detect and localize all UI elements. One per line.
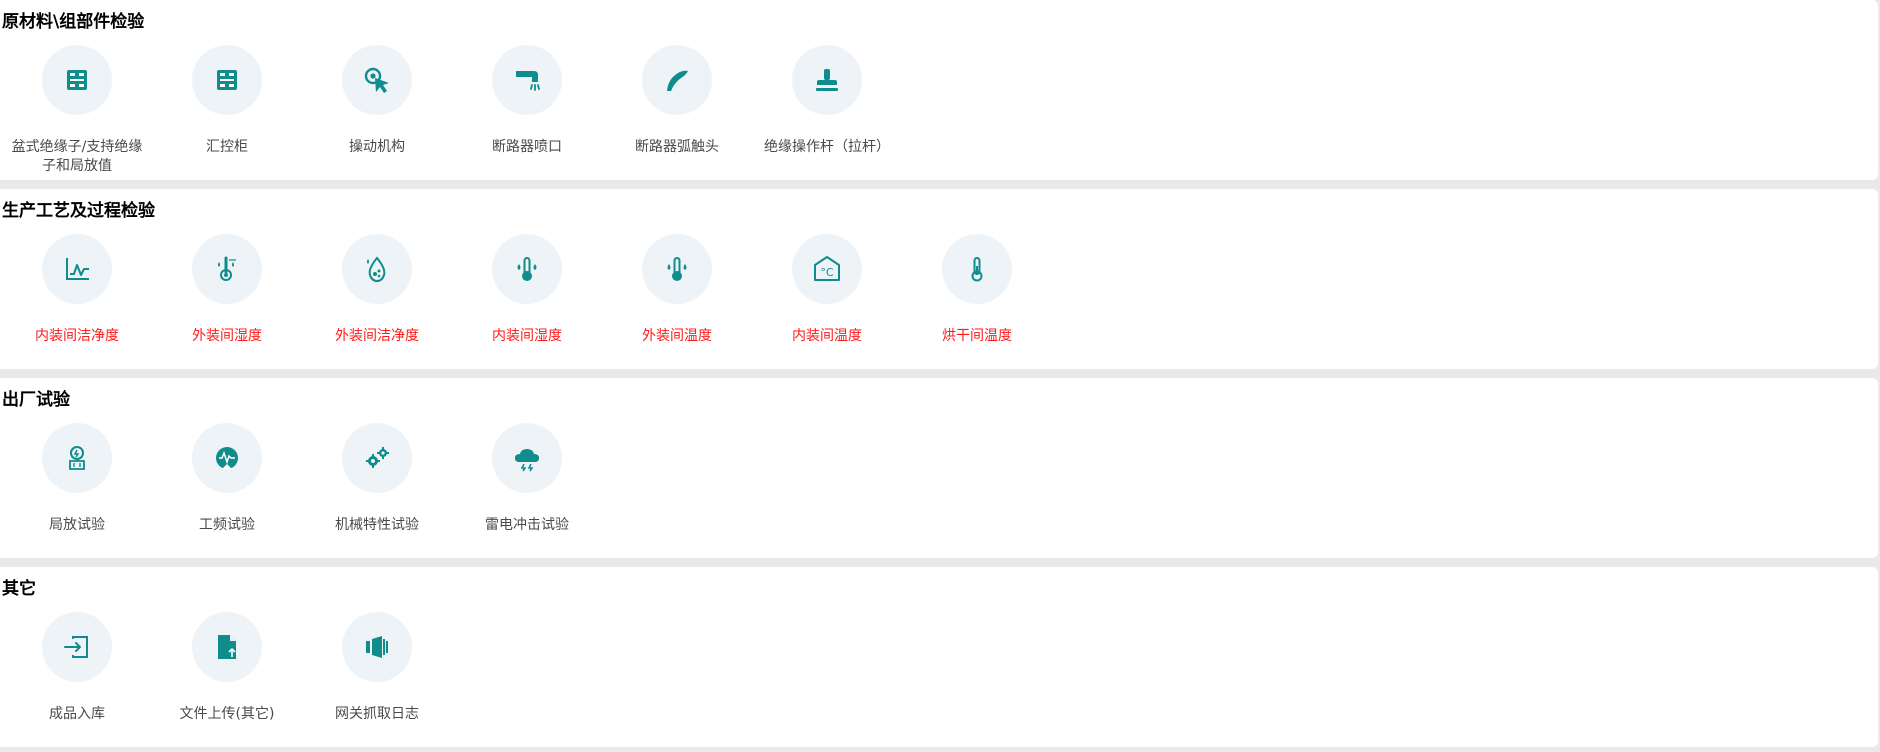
gateway-log-icon[interactable]: [342, 612, 412, 682]
menu-item[interactable]: 断路器喷口: [452, 45, 602, 157]
menu-item-label: 机械特性试验: [335, 517, 419, 533]
menu-item-label: 外装间温度: [642, 328, 712, 344]
section-title: 出厂试验: [2, 390, 70, 410]
menu-item-label: 内装间湿度: [492, 328, 562, 344]
menu-item[interactable]: 断路器弧触头: [602, 45, 752, 157]
menu-item-label: 汇控柜: [206, 139, 248, 155]
menu-item[interactable]: 网关抓取日志: [302, 612, 452, 724]
menu-item-label: 烘干间温度: [942, 328, 1012, 344]
menu-item[interactable]: 工频试验: [152, 423, 302, 535]
section-panel: 其它 成品入库 文件上传(其它) 网关抓取日志: [0, 567, 1878, 747]
svg-text:°C: °C: [820, 266, 834, 279]
menu-item-label: 外装间洁净度: [335, 328, 419, 344]
menu-item-label: 雷电冲击试验: [485, 517, 569, 533]
gears-icon[interactable]: [342, 423, 412, 493]
thermometer-drops-icon[interactable]: [642, 234, 712, 304]
stamp-icon[interactable]: [792, 45, 862, 115]
menu-item[interactable]: 绝缘操作杆（拉杆）: [752, 45, 902, 157]
power-frequency-icon[interactable]: [192, 423, 262, 493]
menu-item-label: 内装间温度: [792, 328, 862, 344]
menu-item-label: 绝缘操作杆（拉杆）: [764, 139, 890, 155]
menu-item[interactable]: 外装间洁净度: [302, 234, 452, 346]
pointer-click-icon[interactable]: [342, 45, 412, 115]
menu-item[interactable]: 外装间温度: [602, 234, 752, 346]
menu-item[interactable]: 内装间洁净度: [2, 234, 152, 346]
thunder-cloud-icon[interactable]: [492, 423, 562, 493]
section-title: 生产工艺及过程检验: [2, 201, 155, 221]
menu-item[interactable]: 操动机构: [302, 45, 452, 157]
section-panel: 出厂试验 局放试验 工频试验 机械特性试验 雷电冲击试验: [0, 378, 1878, 558]
section-title: 其它: [2, 579, 36, 599]
thermometer-drops-icon[interactable]: [492, 234, 562, 304]
arc-contact-icon[interactable]: [642, 45, 712, 115]
nozzle-icon[interactable]: [492, 45, 562, 115]
menu-item[interactable]: 机械特性试验: [302, 423, 452, 535]
section-panel: 生产工艺及过程检验 内装间洁净度 外装间湿度 外装间洁净度 内装间湿度 外装间温…: [0, 189, 1878, 369]
menu-item[interactable]: 外装间湿度: [152, 234, 302, 346]
menu-item-label: 内装间洁净度: [35, 328, 119, 344]
menu-item-label: 外装间湿度: [192, 328, 262, 344]
water-drop-icon[interactable]: [342, 234, 412, 304]
menu-item-label: 工频试验: [199, 517, 255, 533]
menu-item[interactable]: 雷电冲击试验: [452, 423, 602, 535]
menu-item-label: 局放试验: [49, 517, 105, 533]
menu-item-label: 盆式绝缘子/支持绝缘子和局放值: [11, 139, 143, 174]
login-icon[interactable]: [42, 612, 112, 682]
menu-item[interactable]: 局放试验: [2, 423, 152, 535]
switchgear-icon[interactable]: [42, 45, 112, 115]
menu-item-label: 断路器弧触头: [635, 139, 719, 155]
file-upload-icon[interactable]: [192, 612, 262, 682]
menu-item-label: 成品入库: [49, 706, 105, 722]
menu-item[interactable]: 盆式绝缘子/支持绝缘子和局放值: [2, 45, 152, 176]
menu-item[interactable]: 成品入库: [2, 612, 152, 724]
menu-item[interactable]: 内装间湿度: [452, 234, 602, 346]
control-cabinet-icon[interactable]: [192, 45, 262, 115]
line-chart-icon[interactable]: [42, 234, 112, 304]
menu-item-label: 文件上传(其它): [179, 706, 275, 722]
menu-item[interactable]: 文件上传(其它): [152, 612, 302, 724]
menu-item[interactable]: 烘干间温度: [902, 234, 1052, 346]
menu-item[interactable]: °C 内装间温度: [752, 234, 902, 346]
section-title: 原材料\组部件检验: [2, 12, 145, 32]
thermometer-icon[interactable]: [942, 234, 1012, 304]
section-panel: 原材料\组部件检验 盆式绝缘子/支持绝缘子和局放值 汇控柜 操动机构 断路器喷口…: [0, 0, 1878, 180]
menu-item-label: 操动机构: [349, 139, 405, 155]
partial-discharge-icon[interactable]: [42, 423, 112, 493]
thermometer-humidity-icon[interactable]: [192, 234, 262, 304]
menu-item-label: 断路器喷口: [492, 139, 562, 155]
menu-item-label: 网关抓取日志: [335, 706, 419, 722]
menu-item[interactable]: 汇控柜: [152, 45, 302, 157]
room-celsius-icon[interactable]: °C: [792, 234, 862, 304]
